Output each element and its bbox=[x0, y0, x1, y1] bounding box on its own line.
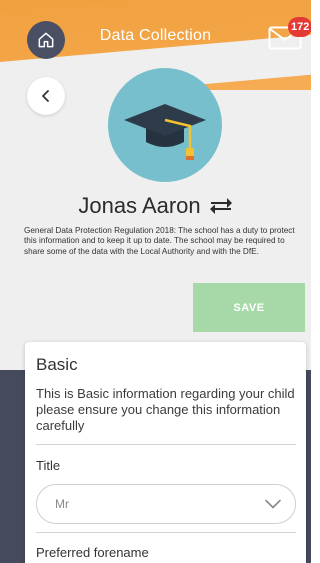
switch-arrows-icon[interactable] bbox=[209, 196, 233, 216]
gdpr-notice: General Data Protection Regulation 2018:… bbox=[24, 226, 295, 256]
section-description: This is Basic information regarding your… bbox=[36, 386, 295, 433]
back-button[interactable] bbox=[27, 77, 65, 115]
divider bbox=[36, 532, 296, 533]
basic-info-card: Basic This is Basic information regardin… bbox=[25, 342, 306, 563]
divider bbox=[36, 444, 296, 445]
chevron-down-icon bbox=[265, 499, 281, 509]
title-select[interactable]: Mr bbox=[36, 484, 296, 524]
graduation-cap-icon bbox=[124, 104, 206, 160]
app-title: Data Collection bbox=[99, 27, 212, 44]
section-title: Basic bbox=[36, 355, 78, 374]
chevron-left-icon bbox=[42, 90, 49, 102]
preferred-forename-label: Preferred forename bbox=[36, 545, 149, 560]
student-avatar bbox=[108, 68, 222, 182]
student-name: Jonas Aaron bbox=[78, 193, 201, 218]
data-collection-screen: Data Collection 172 Jonas Aaron General … bbox=[0, 0, 311, 563]
title-select-value: Mr bbox=[55, 497, 69, 511]
notification-badge: 172 bbox=[288, 17, 311, 37]
title-field-label: Title bbox=[36, 458, 61, 473]
student-name-row: Jonas Aaron bbox=[0, 193, 311, 219]
save-button[interactable]: SAVE bbox=[193, 283, 305, 332]
